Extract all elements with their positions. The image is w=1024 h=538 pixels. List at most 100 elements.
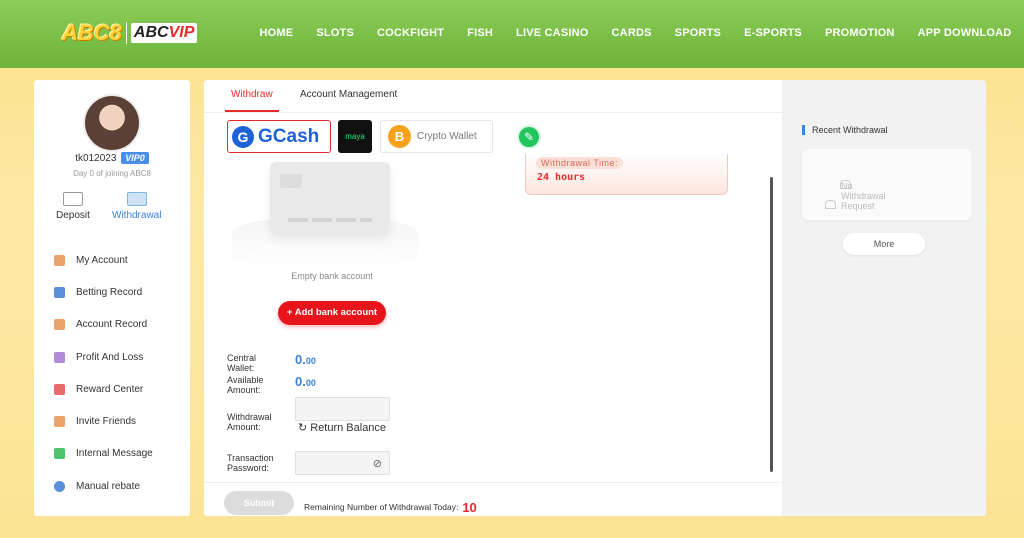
nav-esports[interactable]: E-SPORTS bbox=[733, 27, 814, 39]
central-wallet-int: 0. bbox=[295, 352, 306, 367]
central-wallet-dec: 00 bbox=[305, 356, 316, 366]
card-icon bbox=[126, 192, 147, 206]
tab-withdraw[interactable]: Withdraw bbox=[225, 89, 279, 112]
withdrawal-amount-label: Withdrawal Amount: bbox=[227, 412, 272, 432]
sidebar-item-label: Profit And Loss bbox=[76, 351, 144, 363]
nav-fish[interactable]: FISH bbox=[456, 27, 505, 39]
join-day-info: Day 0 of joining ABC8 bbox=[73, 169, 151, 178]
username: tk012023 bbox=[75, 153, 117, 164]
withdrawal-time-label: Withdrawal Time: bbox=[536, 157, 624, 169]
eye-hidden-icon[interactable]: ⊘ bbox=[373, 457, 382, 470]
submit-bar: Submit Remaining Number of Withdrawal To… bbox=[204, 482, 782, 516]
vip-badge: VIP0 bbox=[121, 152, 149, 164]
wallet-icon bbox=[54, 254, 65, 266]
sidebar-item-betting-record[interactable]: Betting Record bbox=[54, 276, 153, 308]
message-icon bbox=[54, 448, 65, 460]
ledger-icon bbox=[54, 319, 65, 331]
people-icon bbox=[54, 416, 65, 428]
bitcoin-icon: B bbox=[388, 125, 411, 148]
add-bank-account-button[interactable]: + Add bank account bbox=[278, 301, 386, 325]
sidebar-item-manual-rebate[interactable]: Manual rebate bbox=[54, 470, 153, 502]
rebate-icon bbox=[54, 480, 65, 492]
site-logo[interactable]: ABC8 ABCVIP bbox=[62, 20, 198, 46]
nav-live-casino[interactable]: LIVE CASINO bbox=[505, 27, 601, 39]
withdrawal-button[interactable]: Withdrawal bbox=[112, 192, 161, 221]
logo-abc8: ABC8 bbox=[62, 20, 122, 45]
available-int: 0. bbox=[295, 374, 306, 389]
remaining-label: Remaining Number of Withdrawal Today: bbox=[304, 502, 459, 512]
empty-bank-text: Empty bank account bbox=[291, 271, 373, 281]
sidebar-menu: My Account Betting Record Account Record… bbox=[54, 244, 153, 502]
nav-app-download[interactable]: APP DOWNLOAD bbox=[906, 27, 1023, 39]
sidebar-item-label: Internal Message bbox=[76, 448, 153, 460]
remaining-withdrawals: Remaining Number of Withdrawal Today: 10 bbox=[304, 498, 477, 515]
deposit-button[interactable]: Deposit bbox=[56, 192, 90, 221]
method-maya[interactable]: maya bbox=[338, 120, 372, 153]
top-navigation-bar: ABC8 ABCVIP HOME SLOTS COCKFIGHT FISH LI… bbox=[0, 0, 1024, 68]
nav-promotion[interactable]: PROMOTION bbox=[813, 27, 906, 39]
transaction-password-label: Transaction Password: bbox=[227, 453, 274, 473]
central-wallet-label: Central Wallet: bbox=[227, 353, 257, 373]
method-crypto-wallet[interactable]: B Crypto Wallet bbox=[380, 120, 493, 153]
refresh-icon: ↻ bbox=[298, 422, 308, 434]
recent-withdrawal-panel: Recent Withdrawal No Withdrawal Request … bbox=[782, 80, 986, 516]
transaction-password-input[interactable]: ⊘ bbox=[295, 451, 390, 475]
central-wallet-value: 0.00 bbox=[295, 352, 316, 367]
maya-label: maya bbox=[345, 132, 365, 141]
empty-bank-illustration bbox=[232, 160, 418, 272]
nav-cards[interactable]: CARDS bbox=[600, 27, 663, 39]
gcash-label: GCash bbox=[258, 125, 320, 147]
method-gcash[interactable]: G GCash bbox=[227, 120, 331, 153]
avatar[interactable] bbox=[83, 94, 141, 152]
logo-vip-suffix: VIP bbox=[168, 24, 195, 41]
wallet-icon bbox=[62, 192, 83, 206]
nav-home[interactable]: HOME bbox=[248, 27, 305, 39]
gift-icon bbox=[54, 383, 65, 395]
withdrawal-label: Withdrawal bbox=[112, 210, 162, 221]
username-row: tk012023 VIP0 bbox=[34, 152, 190, 164]
sidebar-item-label: My Account bbox=[76, 254, 128, 266]
withdrawal-time-value: 24 hours bbox=[537, 172, 586, 183]
logo-vip-prefix: ABC bbox=[133, 24, 169, 41]
no-withdrawal-text: No Withdrawal Request bbox=[825, 180, 886, 211]
logo-abcvip: ABCVIP bbox=[130, 23, 198, 43]
nav-slots[interactable]: SLOTS bbox=[305, 27, 366, 39]
add-bank-label: Add bank account bbox=[294, 307, 378, 318]
sidebar-item-internal-message[interactable]: Internal Message bbox=[54, 438, 153, 470]
available-amount-value: 0.00 bbox=[295, 374, 316, 389]
return-balance-button[interactable]: ↻ Return Balance bbox=[298, 421, 389, 434]
sidebar-item-label: Invite Friends bbox=[76, 416, 137, 428]
withdrawal-time-notice: Withdrawal Time: 24 hours bbox=[525, 154, 728, 195]
sidebar-item-label: Manual rebate bbox=[76, 480, 140, 492]
headset-icon bbox=[825, 200, 836, 209]
tab-account-management[interactable]: Account Management bbox=[300, 89, 397, 100]
nav-sports[interactable]: SPORTS bbox=[663, 27, 732, 39]
logo-divider bbox=[125, 22, 127, 44]
chart-icon bbox=[54, 351, 65, 363]
gcash-icon: G bbox=[232, 125, 254, 148]
recent-withdrawal-title: Recent Withdrawal bbox=[802, 125, 888, 135]
sidebar-item-reward-center[interactable]: Reward Center bbox=[54, 373, 153, 405]
sidebar-item-label: Account Record bbox=[76, 319, 148, 331]
submit-button[interactable]: Submit bbox=[224, 491, 294, 515]
no-withdrawal-label: No Withdrawal Request bbox=[840, 180, 886, 211]
sidebar-item-my-account[interactable]: My Account bbox=[54, 244, 153, 276]
withdrawal-amount-input[interactable] bbox=[295, 397, 390, 421]
list-icon bbox=[54, 286, 65, 298]
remaining-count: 10 bbox=[462, 500, 477, 515]
sidebar-item-label: Reward Center bbox=[76, 383, 144, 395]
more-button[interactable]: More bbox=[843, 233, 925, 255]
edit-pencil-icon[interactable]: ✎ bbox=[517, 125, 541, 149]
sidebar-item-label: Betting Record bbox=[76, 286, 143, 298]
available-dec: 00 bbox=[305, 378, 316, 388]
main-nav: HOME SLOTS COCKFIGHT FISH LIVE CASINO CA… bbox=[248, 27, 1023, 39]
nav-cockfight[interactable]: COCKFIGHT bbox=[365, 27, 455, 39]
crypto-label: Crypto Wallet bbox=[417, 131, 477, 142]
scrollbar[interactable] bbox=[770, 177, 773, 472]
withdraw-panel: Withdraw Account Management G GCash maya… bbox=[204, 80, 782, 516]
sidebar-item-account-record[interactable]: Account Record bbox=[54, 309, 153, 341]
sidebar-item-invite-friends[interactable]: Invite Friends bbox=[54, 405, 153, 437]
deposit-label: Deposit bbox=[56, 210, 90, 221]
return-balance-label: Return Balance bbox=[310, 422, 387, 434]
sidebar-item-profit-and-loss[interactable]: Profit And Loss bbox=[54, 341, 153, 373]
